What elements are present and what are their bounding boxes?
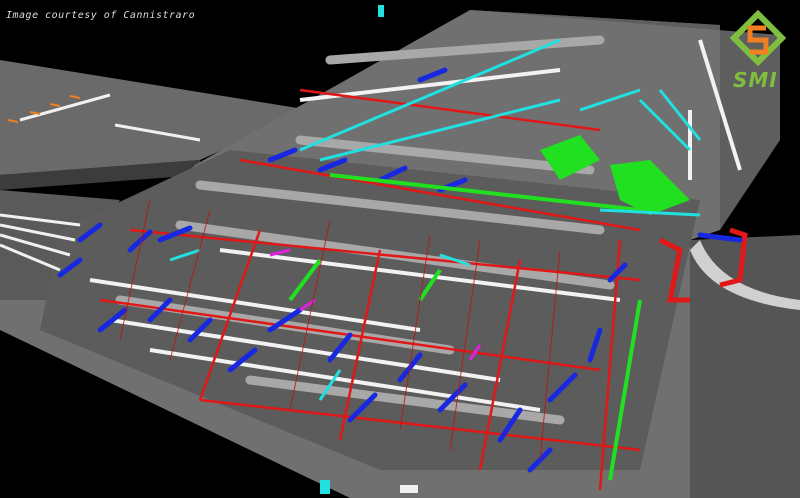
logo-text: SMI: [733, 68, 778, 92]
bottom-cyan-marker: [320, 480, 330, 494]
inner-floor: [40, 150, 700, 470]
bim-model-render: [0, 5, 800, 498]
bottom-white-marker: [400, 485, 418, 493]
top-cyan-marker: [378, 5, 384, 17]
image-caption: Image courtesy of Cannistraro: [6, 10, 196, 21]
